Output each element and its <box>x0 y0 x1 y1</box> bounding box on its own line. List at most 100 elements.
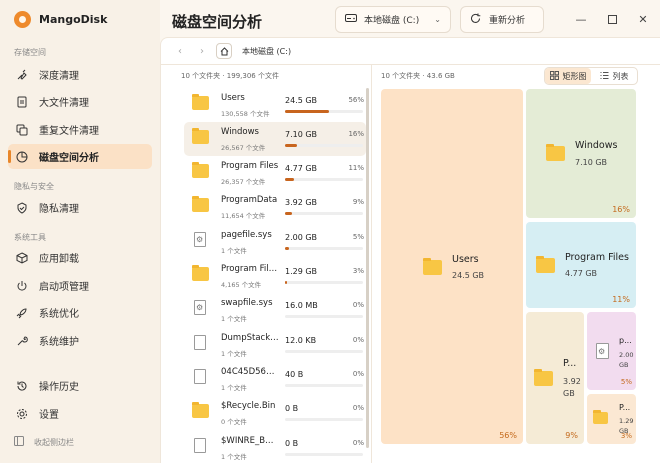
sidebar-item-duplicate-files[interactable]: 重复文件清理 <box>8 117 152 142</box>
file-size: 2.00 GB <box>285 233 318 242</box>
file-percent: 5% <box>352 233 364 241</box>
folder-icon <box>192 162 209 178</box>
list-scrollbar[interactable] <box>366 88 369 448</box>
refresh-icon <box>470 13 481 27</box>
tile-percent: 11% <box>612 295 630 304</box>
sidebar-item-large-files[interactable]: 大文件清理 <box>8 89 152 114</box>
copy-icon <box>16 124 28 136</box>
usage-bar-fill <box>285 144 298 147</box>
file-size: 3.92 GB <box>285 198 318 207</box>
file-icon <box>194 369 206 384</box>
table-row[interactable]: $Recycle.Bin 0 个文件 0 B 0% <box>184 396 366 430</box>
usage-bar <box>285 418 363 421</box>
view-treemap-button[interactable]: 矩形图 <box>545 68 591 84</box>
sidebar-item-settings[interactable]: 设置 <box>8 401 152 426</box>
file-percent: 0% <box>352 336 364 344</box>
sidebar-item-optimize[interactable]: 系统优化 <box>8 300 152 325</box>
collapse-sidebar-button[interactable]: 收起侧边栏 <box>14 436 74 448</box>
file-size: 24.5 GB <box>285 96 318 105</box>
treemap-tile-pagefile[interactable]: p... 2.00 GB 5% <box>587 312 636 390</box>
breadcrumb[interactable]: 本地磁盘 (C:) <box>242 46 291 57</box>
tile-percent: 16% <box>612 205 630 214</box>
folder-icon <box>534 369 553 386</box>
file-count: 130,558 个文件 <box>221 110 270 118</box>
minimize-icon[interactable]: — <box>574 12 588 26</box>
file-icon <box>194 335 206 350</box>
tile-size: 3.92 GB <box>563 377 581 398</box>
section-label-privacy: 隐私与安全 <box>14 182 54 191</box>
table-row[interactable]: $WINRE_BACKUP_PARTITION.MARKER 1 个文件 0 B… <box>184 431 366 463</box>
table-row[interactable]: Program Files (x86) 4,165 个文件 1.29 GB 3% <box>184 259 366 293</box>
sidebar-item-privacy-clean[interactable]: 隐私清理 <box>8 195 152 220</box>
sidebar-item-label: 深度清理 <box>39 71 79 82</box>
usage-bar-fill <box>285 178 294 181</box>
file-count: 1 个文件 <box>221 247 247 255</box>
power-icon <box>16 280 28 292</box>
view-list-button[interactable]: 列表 <box>591 68 637 84</box>
tile-percent: 9% <box>565 431 578 440</box>
tile-name: Users <box>452 254 479 265</box>
folder-icon <box>423 258 442 275</box>
tile-name: Program Files <box>565 252 629 263</box>
divider <box>371 65 372 463</box>
folder-icon <box>536 256 555 273</box>
grid-icon <box>549 70 559 82</box>
file-name: Program Files <box>221 161 279 171</box>
sidebar-item-maintenance[interactable]: 系统维护 <box>8 328 152 353</box>
treemap-tile-windows[interactable]: Windows 7.10 GB 16% <box>526 89 636 218</box>
sidebar-item-deep-clean[interactable]: 深度清理 <box>8 62 152 87</box>
file-name: 04C45D5634... <box>221 367 279 377</box>
file-percent: 0% <box>352 370 364 378</box>
back-icon[interactable]: ‹ <box>172 43 188 59</box>
sidebar-item-history[interactable]: 操作历史 <box>8 373 152 398</box>
file-name: Users <box>221 93 245 103</box>
usage-bar-fill <box>285 281 288 284</box>
view-treemap-label: 矩形图 <box>562 71 587 81</box>
file-count: 1 个文件 <box>221 384 247 392</box>
usage-bar-fill <box>285 110 329 113</box>
document-icon <box>16 96 28 108</box>
forward-icon[interactable]: › <box>194 43 210 59</box>
tile-percent: 5% <box>620 378 632 386</box>
view-toggle: 矩形图 列表 <box>544 67 638 85</box>
treemap-tile-users[interactable]: Users 24.5 GB 56% <box>381 89 523 444</box>
sidebar-item-disk-analysis[interactable]: 磁盘空间分析 <box>8 144 152 169</box>
file-count: 11,654 个文件 <box>221 212 266 220</box>
file-size: 40 B <box>285 370 304 379</box>
sidebar-item-startup[interactable]: 启动项管理 <box>8 273 152 298</box>
home-icon[interactable] <box>216 43 232 59</box>
sidebar-item-label: 磁盘空间分析 <box>39 153 99 164</box>
table-row[interactable]: ProgramData 11,654 个文件 3.92 GB 9% <box>184 190 366 224</box>
sidebar-item-uninstall[interactable]: 应用卸载 <box>8 245 152 270</box>
sidebar-item-label: 启动项管理 <box>39 282 89 293</box>
table-row[interactable]: 04C45D5634... 1 个文件 40 B 0% <box>184 362 366 396</box>
list-summary: 10 个文件夹 · 199,306 个文件 <box>181 72 279 80</box>
tile-name: Windows <box>575 140 618 151</box>
file-percent: 0% <box>352 404 364 412</box>
rescan-button[interactable]: 重新分析 <box>460 6 544 33</box>
sidebar-item-label: 重复文件清理 <box>39 126 99 137</box>
file-count: 0 个文件 <box>221 418 247 426</box>
section-label-system-tools: 系统工具 <box>14 233 46 242</box>
drive-select[interactable]: 本地磁盘 (C:) ⌄ <box>335 6 451 33</box>
file-name: Program Files (x86) <box>221 264 279 274</box>
table-row[interactable]: Users 130,558 个文件 24.5 GB 56% <box>184 88 366 122</box>
sidebar: MangoDisk 存储空间 深度清理 大文件清理 重复文件清理 磁盘空间分析 … <box>0 0 160 463</box>
table-row[interactable]: DumpStack.log.tmp 1 个文件 12.0 KB 0% <box>184 328 366 362</box>
table-row[interactable]: swapfile.sys 1 个文件 16.0 MB 0% <box>184 293 366 327</box>
treemap-tile-program-files-x86[interactable]: P... 1.29 GB 3% <box>587 394 636 444</box>
page-title: 磁盘空间分析 <box>172 13 263 31</box>
table-row[interactable]: Program Files 26,357 个文件 4.77 GB 11% <box>184 156 366 190</box>
table-row[interactable]: Windows 26,567 个文件 7.10 GB 16% <box>184 122 366 156</box>
close-icon[interactable]: ✕ <box>636 12 650 26</box>
folder-icon <box>192 94 209 110</box>
maximize-icon[interactable] <box>605 12 619 26</box>
drive-select-value: 本地磁盘 (C:) <box>364 16 420 26</box>
treemap-tile-programdata[interactable]: P... 3.92 GB 9% <box>526 312 584 444</box>
file-percent: 11% <box>348 164 364 172</box>
treemap-tile-program-files[interactable]: Program Files 4.77 GB 11% <box>526 222 636 308</box>
usage-bar <box>285 453 363 456</box>
usage-bar <box>285 315 363 318</box>
collapse-icon <box>14 436 24 448</box>
table-row[interactable]: pagefile.sys 1 个文件 2.00 GB 5% <box>184 225 366 259</box>
